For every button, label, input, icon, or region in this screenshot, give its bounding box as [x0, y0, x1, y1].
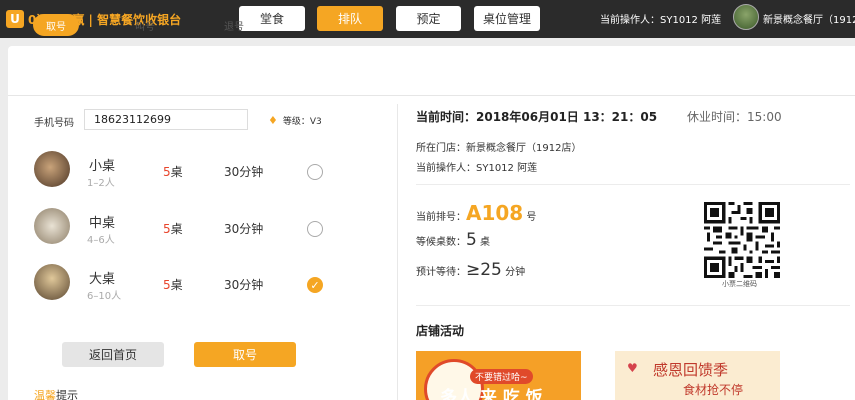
table-option-medium[interactable]: 中桌 4–6人 5桌 30分钟 — [30, 208, 330, 252]
large-table-image — [34, 264, 70, 300]
current-time: 当前时间：2018年06月01日 13：21：05 — [416, 110, 658, 124]
table-radio-medium[interactable] — [307, 221, 323, 237]
check-icon: ✓ — [310, 278, 320, 292]
promo-banner-thanksgiving[interactable]: ♥ 感恩回馈季 食材抢不停 — [615, 351, 780, 400]
promo-text: 多人 来 吃 饭 — [440, 388, 543, 400]
table-wait-time: 30分钟 — [224, 222, 264, 236]
table-capacity: 1–2人 — [87, 178, 115, 189]
table-count: 5桌 — [163, 222, 183, 236]
section-divider — [416, 305, 850, 306]
tab-call-number[interactable]: 叫号 — [128, 14, 162, 36]
table-radio-small[interactable] — [307, 164, 323, 180]
closing-time: 休业时间：15:00 — [687, 110, 782, 124]
member-level-label: 等级：V3 — [282, 117, 322, 127]
heart-icon: ♥ — [627, 361, 638, 375]
member-level: ♦ 等级：V3 — [268, 114, 322, 127]
table-name: 小桌 — [89, 159, 116, 174]
take-number-button[interactable]: 取号 — [194, 342, 296, 367]
medium-table-image — [34, 208, 70, 244]
qr-caption: 小票二维码 — [722, 280, 757, 288]
info-divider — [416, 184, 850, 185]
header-operator: 当前操作人：SY1012 阿莲 — [600, 15, 722, 26]
promo-banner-group-dining[interactable]: 不要错过哈~ 多人 来 吃 饭 — [416, 351, 581, 400]
header-store-name[interactable]: 新景概念餐厅（1912店 — [763, 11, 855, 26]
table-option-large[interactable]: 大桌 6–10人 5桌 30分钟 ✓ — [30, 264, 330, 308]
waiting-tables: 等候桌数：5 桌 — [416, 230, 491, 250]
nav-table-management-button[interactable]: 桌位管理 — [474, 6, 540, 31]
diamond-icon: ♦ — [268, 114, 278, 127]
table-count: 5桌 — [163, 165, 183, 179]
table-count: 5桌 — [163, 278, 183, 292]
back-home-button[interactable]: 返回首页 — [62, 342, 164, 367]
panel-divider — [397, 104, 398, 400]
estimated-wait: 预计等待：≥25 分钟 — [416, 260, 526, 280]
queue-tabs — [8, 46, 855, 96]
current-queue-number: 当前排号：A108 号 — [416, 201, 537, 225]
nav-queue-button[interactable]: 排队 — [317, 6, 383, 31]
phone-label: 手机号码 — [34, 118, 74, 129]
nav-reservation-button[interactable]: 预定 — [396, 6, 461, 31]
table-capacity: 4–6人 — [87, 235, 115, 246]
table-option-small[interactable]: 小桌 1–2人 5桌 30分钟 — [30, 151, 330, 195]
promo-subtitle: 食材抢不停 — [683, 383, 744, 397]
promotions-title: 店铺活动 — [416, 324, 465, 338]
promo-tag: 不要错过哈~ — [470, 369, 533, 384]
phone-input[interactable]: 18623112699 — [84, 109, 248, 130]
operator-info: 当前操作人：SY1012 阿莲 — [416, 163, 538, 174]
tab-cancel-number[interactable]: 退号 — [217, 14, 251, 36]
table-capacity: 6–10人 — [87, 291, 122, 302]
promo-title: 感恩回馈季 — [653, 361, 729, 379]
tab-take-number[interactable]: 取号 — [33, 14, 79, 36]
store-info: 所在门店：新景概念餐厅（1912店） — [416, 143, 582, 154]
table-name: 中桌 — [89, 216, 116, 231]
qr-code-icon — [704, 202, 780, 278]
tip-text: 温馨提示 — [34, 389, 78, 400]
logo-mark-icon: U — [6, 10, 24, 28]
small-table-image — [34, 151, 70, 187]
store-avatar[interactable] — [733, 4, 759, 30]
table-radio-large[interactable]: ✓ — [307, 277, 323, 293]
table-name: 大桌 — [89, 272, 116, 287]
table-wait-time: 30分钟 — [224, 165, 264, 179]
table-wait-time: 30分钟 — [224, 278, 264, 292]
